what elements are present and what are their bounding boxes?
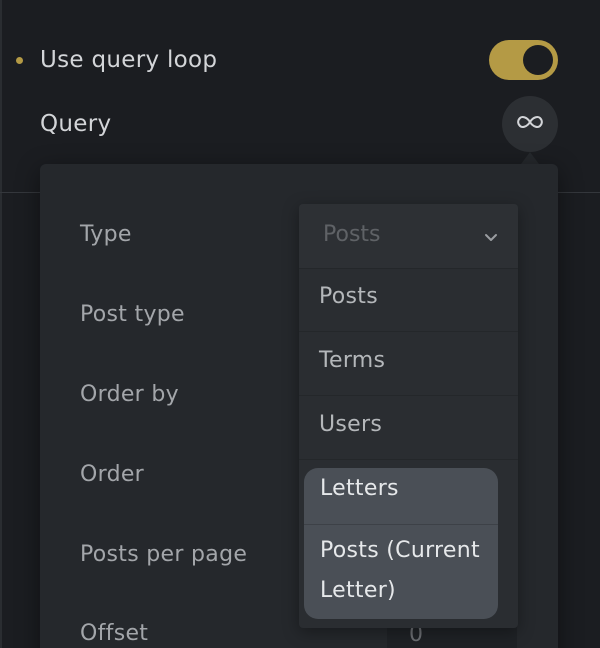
query-row: Query bbox=[0, 96, 600, 152]
query-label: Query bbox=[40, 111, 112, 137]
changed-indicator-dot bbox=[16, 56, 23, 64]
section-divider bbox=[0, 192, 40, 193]
panel-border bbox=[0, 0, 2, 648]
option-label: Posts (Current Letter) bbox=[320, 538, 480, 603]
type-option-terms[interactable]: Terms bbox=[299, 332, 518, 396]
query-settings-panel: Use query loop Query Type Post type Orde… bbox=[0, 0, 600, 648]
order-by-label: Order by bbox=[80, 382, 179, 407]
option-label: Users bbox=[319, 412, 383, 437]
option-label: Posts bbox=[319, 284, 378, 309]
use-query-loop-label: Use query loop bbox=[40, 47, 218, 73]
type-option-posts[interactable]: Posts bbox=[299, 268, 518, 332]
type-select[interactable]: Posts bbox=[299, 204, 518, 269]
chevron-down-icon bbox=[484, 228, 498, 247]
toggle-knob bbox=[523, 45, 553, 75]
option-hover-highlight: Letters Posts (Current Letter) bbox=[304, 468, 498, 619]
type-select-value: Posts bbox=[323, 222, 381, 247]
use-query-loop-row: Use query loop bbox=[0, 40, 600, 80]
post-type-label: Post type bbox=[80, 302, 185, 327]
type-option-posts-current-letter[interactable]: Posts (Current Letter) bbox=[304, 525, 498, 619]
infinity-icon bbox=[516, 114, 544, 134]
popover-arrow bbox=[521, 152, 539, 164]
query-settings-button[interactable] bbox=[502, 96, 558, 152]
type-option-letters[interactable]: Letters bbox=[304, 468, 498, 525]
use-query-loop-toggle[interactable] bbox=[489, 40, 558, 80]
option-label: Letters bbox=[320, 476, 399, 501]
type-label: Type bbox=[80, 222, 132, 247]
posts-per-page-label: Posts per page bbox=[80, 542, 248, 567]
option-label: Terms bbox=[319, 348, 386, 373]
type-option-users[interactable]: Users bbox=[299, 396, 518, 460]
section-divider bbox=[558, 192, 600, 193]
order-label: Order bbox=[80, 462, 145, 487]
offset-label: Offset bbox=[80, 621, 149, 646]
